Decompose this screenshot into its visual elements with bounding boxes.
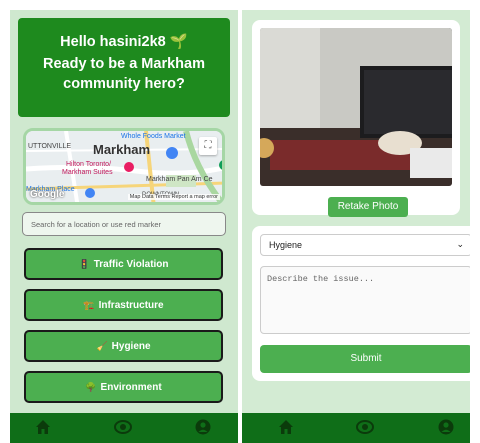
profile-icon[interactable] (195, 419, 211, 439)
report-icon[interactable] (114, 419, 132, 439)
category-environment-button[interactable]: 🌳 Environment (24, 371, 223, 403)
category-label: Infrastructure (98, 300, 164, 311)
report-icon[interactable] (356, 419, 374, 439)
map-label-uttonville: UTTONVILLE (28, 143, 72, 150)
map-label-hilton-2: Markham Suites (62, 169, 113, 176)
map-label-panam: Markham Pan Am Ce (146, 176, 213, 183)
category-label: Environment (100, 382, 162, 393)
home-screen: Hello hasini2k8 🌱 Ready to be a Markham … (10, 10, 238, 443)
bottom-nav (10, 413, 238, 443)
home-icon[interactable] (278, 419, 294, 439)
report-screen: Retake Photo Hygiene ⌄ Describe the issu… (242, 10, 470, 443)
category-label: Hygiene (111, 341, 151, 352)
bottom-nav (242, 413, 470, 443)
map-attribution[interactable]: Map Data Terms Report a map error (127, 194, 220, 200)
google-logo: Google (30, 189, 65, 200)
map-label-hilton-1: Hilton Toronto/ (66, 161, 112, 168)
tree-icon: 🌳 (85, 382, 97, 392)
fullscreen-icon[interactable]: ⛶ (199, 137, 217, 155)
issue-description-placeholder: Describe the issue... (267, 274, 375, 284)
welcome-banner: Hello hasini2k8 🌱 Ready to be a Markham … (18, 18, 230, 117)
captured-photo (260, 28, 452, 186)
category-hygiene-button[interactable]: 🧹 Hygiene (24, 330, 223, 362)
broom-icon: 🧹 (96, 341, 108, 351)
photo-card: Retake Photo (252, 20, 460, 217)
welcome-subtitle-line2: community hero? (63, 76, 185, 92)
welcome-subtitle-line1: Ready to be a Markham (43, 56, 205, 72)
category-traffic-violation-button[interactable]: 🚦 Traffic Violation (24, 248, 223, 280)
category-infrastructure-button[interactable]: 🏗️ Infrastructure (24, 289, 223, 321)
category-label: Traffic Violation (93, 259, 169, 270)
home-icon[interactable] (35, 419, 51, 439)
location-search-placeholder: Search for a location or use red marker (31, 220, 162, 229)
location-map[interactable]: Whole Foods Market UTTONVILLE Markham Hi… (23, 128, 225, 205)
submit-button[interactable]: Submit (260, 345, 470, 373)
traffic-light-icon: 🚦 (78, 259, 90, 269)
retake-photo-button[interactable]: Retake Photo (328, 197, 408, 217)
construction-icon: 🏗️ (83, 300, 95, 310)
chevron-down-icon: ⌄ (456, 239, 464, 249)
category-select-value: Hygiene (269, 240, 303, 250)
map-city-label: Markham (93, 142, 151, 157)
profile-icon[interactable] (438, 419, 454, 439)
issue-description-textarea[interactable]: Describe the issue... (260, 266, 470, 334)
location-search-input[interactable]: Search for a location or use red marker (22, 212, 226, 236)
map-label-wholefoods: Whole Foods Market (121, 133, 186, 140)
report-form-card: Hygiene ⌄ Describe the issue... Submit (252, 226, 470, 381)
category-select[interactable]: Hygiene ⌄ (260, 234, 470, 256)
welcome-greeting: Hello hasini2k8 🌱 (60, 34, 188, 50)
